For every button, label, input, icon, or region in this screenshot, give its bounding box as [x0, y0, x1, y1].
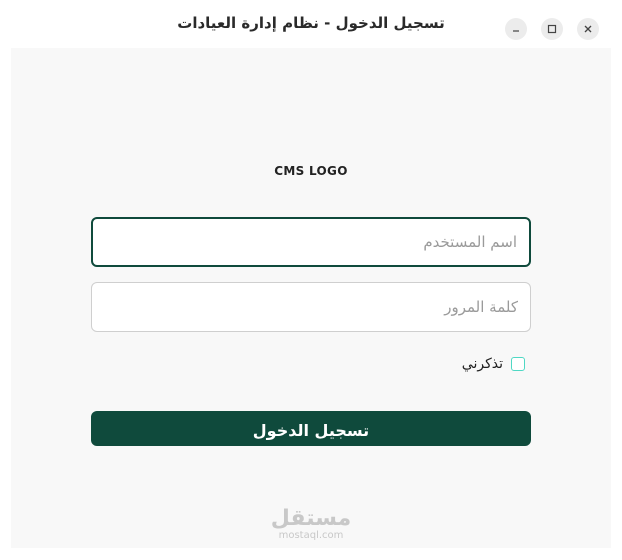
app-logo: CMS LOGO	[274, 164, 348, 178]
watermark-name: مستقل	[270, 506, 352, 531]
watermark: مستقل mostaql.com	[11, 508, 611, 542]
remember-me-label[interactable]: تذكرني	[462, 356, 503, 372]
minimize-icon	[511, 24, 521, 34]
watermark-url: mostaql.com	[278, 530, 344, 541]
login-button[interactable]: تسجيل الدخول	[91, 411, 531, 446]
close-icon	[583, 24, 593, 34]
maximize-icon	[547, 24, 557, 34]
title-bar: تسجيل الدخول - نظام إدارة العيادات	[0, 0, 622, 48]
remember-me-row: تذكرني	[91, 354, 531, 374]
maximize-button[interactable]	[541, 18, 563, 40]
login-panel: CMS LOGO تذكرني تسجيل الدخول مستقل mosta…	[11, 48, 611, 548]
remember-me-checkbox[interactable]	[511, 357, 525, 371]
close-button[interactable]	[577, 18, 599, 40]
login-window: تسجيل الدخول - نظام إدارة العيادات CMS L…	[0, 0, 622, 560]
username-input[interactable]	[91, 217, 531, 267]
window-title: تسجيل الدخول - نظام إدارة العيادات	[177, 14, 445, 32]
minimize-button[interactable]	[505, 18, 527, 40]
password-input[interactable]	[91, 282, 531, 332]
